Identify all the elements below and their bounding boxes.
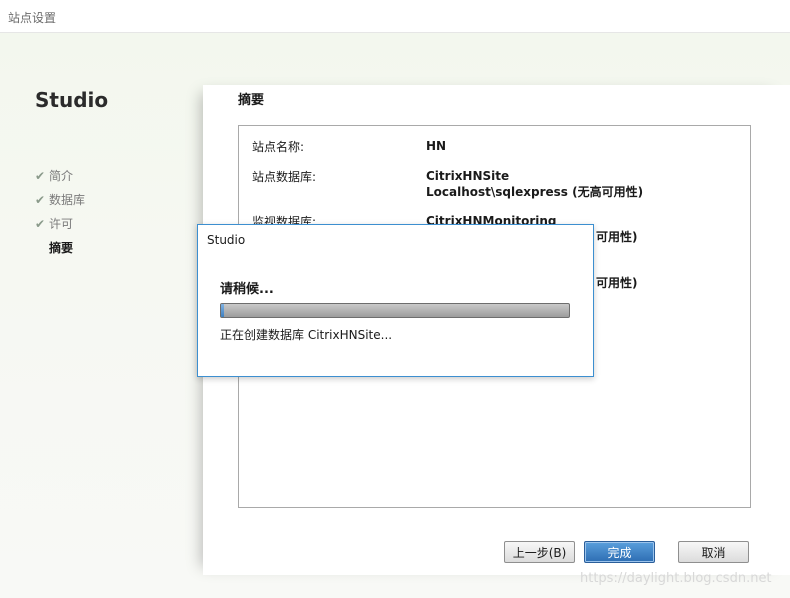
- cancel-button[interactable]: 取消: [678, 541, 749, 563]
- progress-bar: [220, 303, 570, 318]
- row-label: 站点数据库:: [252, 170, 317, 184]
- step-item-intro: ✔ 简介: [35, 164, 85, 188]
- progress-dialog: Studio 请稍候... 正在创建数据库 CitrixHNSite...: [197, 224, 594, 377]
- wizard-steps: ✔ 简介 ✔ 数据库 ✔ 许可 ✔ 摘要: [35, 164, 85, 260]
- wait-message: 请稍候...: [220, 282, 274, 297]
- row-value-line-1: CitrixHNSite: [426, 169, 510, 183]
- step-label: 许可: [49, 217, 74, 231]
- watermark: https://daylight.blog.csdn.net: [580, 571, 772, 586]
- checkmark-icon: ✔: [35, 217, 46, 231]
- section-title: 摘要: [238, 93, 265, 108]
- row-value: CitrixHNSite Localhost\sqlexpress (无高可用性…: [426, 168, 643, 200]
- status-message: 正在创建数据库 CitrixHNSite...: [220, 328, 393, 342]
- row-value: HN: [426, 139, 447, 153]
- dialog-title: Studio: [207, 233, 246, 247]
- back-button[interactable]: 上一步(B): [504, 541, 575, 563]
- window-titlebar: 站点设置: [0, 0, 790, 33]
- checkmark-icon: ✔: [35, 169, 46, 183]
- step-item-summary: ✔ 摘要: [35, 236, 85, 260]
- step-item-database: ✔ 数据库: [35, 188, 85, 212]
- row-label: 站点名称:: [252, 140, 305, 154]
- brand-title: Studio: [35, 88, 109, 112]
- checkmark-icon: ✔: [35, 193, 46, 207]
- step-label: 简介: [49, 169, 74, 183]
- window-title: 站点设置: [8, 11, 57, 25]
- finish-button[interactable]: 完成: [584, 541, 655, 563]
- step-item-license: ✔ 许可: [35, 212, 85, 236]
- row-value-line-2: Localhost\sqlexpress (无高可用性): [426, 185, 644, 199]
- progress-bar-fill: [221, 304, 225, 317]
- step-label: 摘要: [49, 241, 74, 255]
- step-label: 数据库: [49, 193, 86, 207]
